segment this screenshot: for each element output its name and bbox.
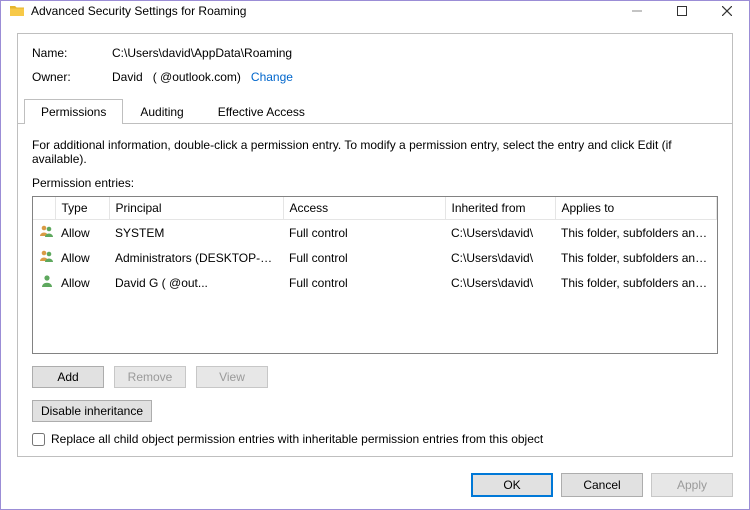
close-button[interactable] <box>704 1 749 21</box>
content-area: Name: C:\Users\david\AppData\Roaming Own… <box>1 21 749 463</box>
owner-label: Owner: <box>32 70 112 84</box>
owner-value: David ( @outlook.com) Change <box>112 70 718 84</box>
tab-effective-access[interactable]: Effective Access <box>201 99 322 124</box>
inheritance-row: Disable inheritance <box>32 400 718 422</box>
name-label: Name: <box>32 46 112 60</box>
disable-inheritance-button[interactable]: Disable inheritance <box>32 400 152 422</box>
cell-access: Full control <box>283 245 445 270</box>
cell-inherited: C:\Users\david\ <box>445 245 555 270</box>
tab-permissions[interactable]: Permissions <box>24 99 123 124</box>
change-owner-link[interactable]: Change <box>251 70 293 84</box>
col-type-header[interactable]: Type <box>55 197 109 220</box>
remove-button: Remove <box>114 366 186 388</box>
cell-applies: This folder, subfolders and files <box>555 270 717 295</box>
view-button: View <box>196 366 268 388</box>
owner-name: David <box>112 70 143 84</box>
tabs: Permissions Auditing Effective Access <box>18 98 732 124</box>
titlebar: Advanced Security Settings for Roaming <box>1 1 749 21</box>
col-principal-header[interactable]: Principal <box>109 197 283 220</box>
cell-principal: David G ( @out... <box>109 270 283 295</box>
footer-buttons: OK Cancel Apply <box>1 463 749 509</box>
permission-table: Type Principal Access Inherited from App… <box>33 197 717 295</box>
folder-icon <box>9 3 25 19</box>
user-icon <box>39 273 55 289</box>
cell-inherited: C:\Users\david\ <box>445 270 555 295</box>
replace-children-label: Replace all child object permission entr… <box>51 432 543 446</box>
cell-type: Allow <box>55 245 109 270</box>
cell-type: Allow <box>55 220 109 246</box>
info-text: For additional information, double-click… <box>32 138 718 166</box>
permission-table-wrap: Type Principal Access Inherited from App… <box>32 196 718 354</box>
table-header-row: Type Principal Access Inherited from App… <box>33 197 717 220</box>
entries-label: Permission entries: <box>32 176 718 190</box>
replace-children-checkbox[interactable] <box>32 433 45 446</box>
cell-principal: SYSTEM <box>109 220 283 246</box>
cancel-button[interactable]: Cancel <box>561 473 643 497</box>
tab-auditing[interactable]: Auditing <box>123 99 200 124</box>
cell-access: Full control <box>283 270 445 295</box>
cell-applies: This folder, subfolders and files <box>555 245 717 270</box>
table-row[interactable]: AllowSYSTEMFull controlC:\Users\david\Th… <box>33 220 717 246</box>
window-frame: Advanced Security Settings for Roaming N… <box>0 0 750 510</box>
cell-type: Allow <box>55 270 109 295</box>
owner-row: Owner: David ( @outlook.com) Change <box>32 70 718 84</box>
window-title: Advanced Security Settings for Roaming <box>31 4 614 18</box>
maximize-button[interactable] <box>659 1 704 21</box>
owner-account: ( @outlook.com) <box>153 70 241 84</box>
name-row: Name: C:\Users\david\AppData\Roaming <box>32 46 718 60</box>
entry-buttons-row: Add Remove View <box>32 366 718 388</box>
replace-checkbox-row: Replace all child object permission entr… <box>32 432 718 446</box>
window-controls <box>614 1 749 21</box>
group-icon <box>39 223 55 239</box>
col-applies-header[interactable]: Applies to <box>555 197 717 220</box>
add-button[interactable]: Add <box>32 366 104 388</box>
name-value: C:\Users\david\AppData\Roaming <box>112 46 718 60</box>
cell-access: Full control <box>283 220 445 246</box>
ok-button[interactable]: OK <box>471 473 553 497</box>
table-row[interactable]: AllowAdministrators (DESKTOP-2Q...Full c… <box>33 245 717 270</box>
cell-principal: Administrators (DESKTOP-2Q... <box>109 245 283 270</box>
table-row[interactable]: AllowDavid G ( @out...Full controlC:\Use… <box>33 270 717 295</box>
col-icon-header[interactable] <box>33 197 55 220</box>
group-icon <box>39 248 55 264</box>
cell-applies: This folder, subfolders and files <box>555 220 717 246</box>
col-inherited-header[interactable]: Inherited from <box>445 197 555 220</box>
col-access-header[interactable]: Access <box>283 197 445 220</box>
outer-panel: Name: C:\Users\david\AppData\Roaming Own… <box>17 33 733 457</box>
apply-button: Apply <box>651 473 733 497</box>
cell-inherited: C:\Users\david\ <box>445 220 555 246</box>
minimize-button[interactable] <box>614 1 659 21</box>
